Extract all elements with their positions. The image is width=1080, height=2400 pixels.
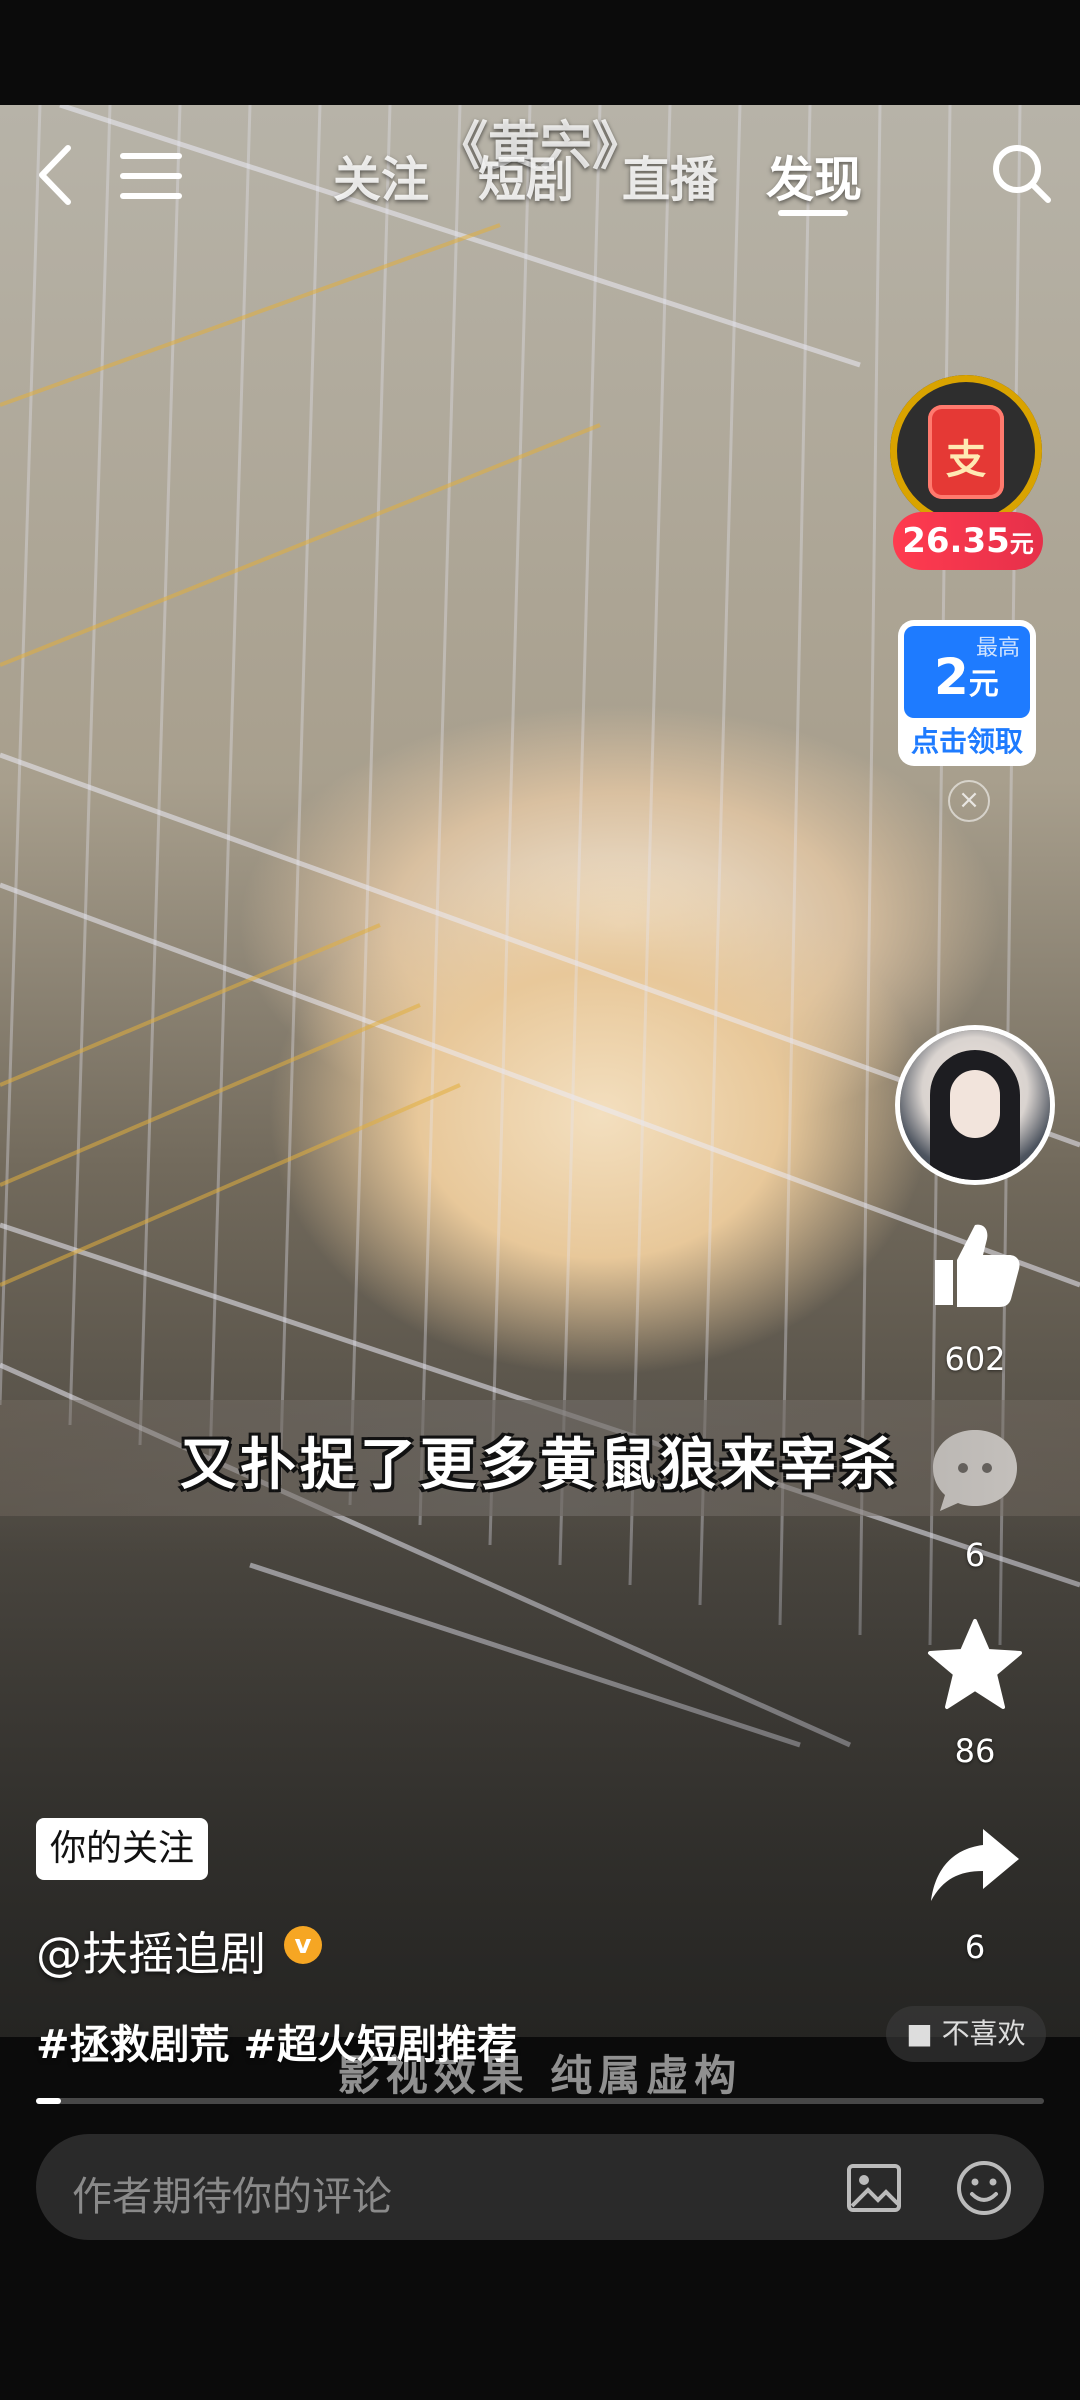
follow-tag: 你的关注	[36, 1818, 209, 1880]
tab-discover[interactable]: 发现	[766, 140, 862, 210]
share-icon[interactable]	[925, 1815, 1025, 1915]
tab-short-drama[interactable]: 短剧	[478, 140, 574, 210]
reward-amount-badge[interactable]: 26.35元	[893, 512, 1043, 570]
emoji-icon[interactable]	[954, 2158, 1014, 2218]
search-icon[interactable]	[990, 142, 1054, 206]
close-icon[interactable]: ×	[948, 780, 990, 822]
tab-live[interactable]: 直播	[622, 140, 718, 210]
coupon-card[interactable]: 最高 2元 点击领取	[898, 620, 1036, 766]
comment-bar[interactable]: 作者期待你的评论	[36, 2134, 1044, 2240]
video-subtitle: 又扑捉了更多黄鼠狼来宰杀	[180, 1432, 900, 1498]
video-progress-fill	[36, 2098, 62, 2104]
coupon-value-unit: 元	[968, 667, 999, 702]
author-avatar[interactable]	[900, 1030, 1050, 1180]
favorite-count: 86	[954, 1732, 996, 1770]
coupon-value: 2元	[934, 648, 999, 706]
like-icon[interactable]	[925, 1215, 1025, 1315]
active-tab-indicator	[778, 210, 848, 216]
coupon-value-number: 2	[934, 648, 969, 706]
red-packet-icon: 支	[928, 405, 1004, 499]
video-progress-bar[interactable]	[36, 2098, 1044, 2104]
comment-count: 6	[964, 1536, 986, 1574]
reward-amount-unit: 元	[1009, 530, 1034, 558]
image-icon[interactable]	[844, 2158, 904, 2218]
share-count: 6	[964, 1928, 986, 1966]
coupon-value-panel: 最高 2元	[904, 626, 1030, 718]
red-packet-glyph: 支	[946, 437, 986, 483]
comment-input[interactable]: 作者期待你的评论	[72, 2164, 392, 2222]
verified-badge-icon: v	[284, 1926, 322, 1964]
avatar-face	[950, 1070, 1000, 1138]
fiction-disclaimer: 影视效果 纯属虚构	[337, 2051, 743, 2100]
red-packet-button[interactable]: 支	[890, 375, 1042, 527]
star-icon[interactable]	[925, 1615, 1025, 1715]
tab-following[interactable]: 关注	[333, 140, 429, 210]
coupon-claim-label: 点击领取	[910, 725, 1023, 758]
author-name[interactable]: @扶摇追剧	[36, 1918, 266, 1984]
reward-amount-value: 26.35	[902, 521, 1010, 561]
like-count: 602	[944, 1340, 1006, 1378]
